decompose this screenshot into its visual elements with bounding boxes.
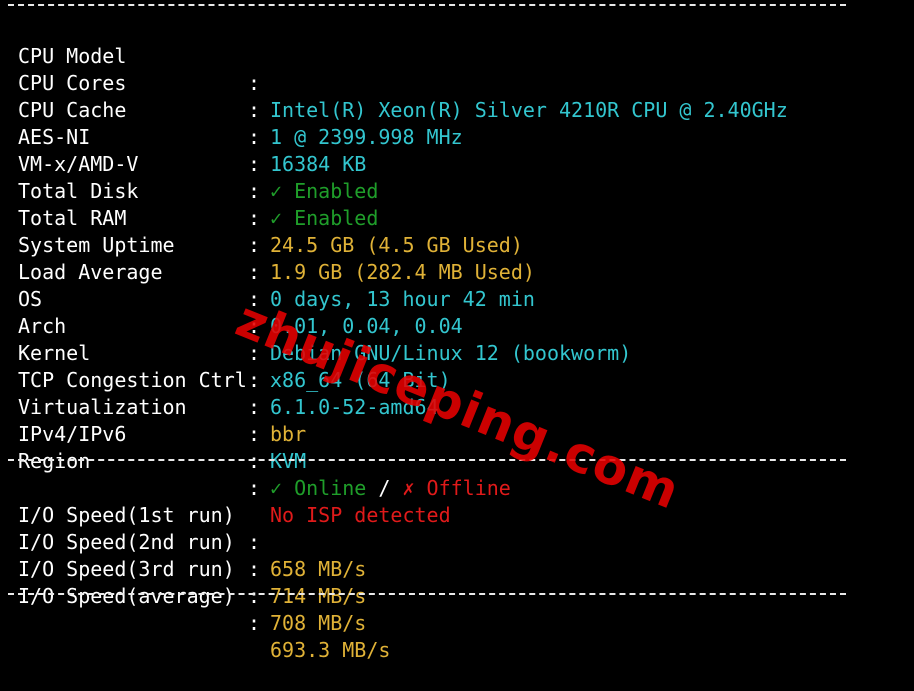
row-io-run3: I/O Speed(3rd run) : 708 MB/s — [18, 529, 366, 635]
total-disk-colon: : — [248, 206, 261, 230]
row-os: OS : Debian GNU/Linux 12 (bookworm) — [18, 259, 631, 365]
row-aes-ni: AES-NI : ✓ Enabled — [18, 97, 378, 203]
row-virtualization: Virtualization : KVM — [18, 367, 306, 473]
uptime-value: 0 days, 13 hour 42 min — [270, 287, 535, 311]
tcp-cc-value: bbr — [270, 422, 307, 446]
io-run2-value: 714 MB/s — [270, 584, 367, 608]
region-colon: : — [248, 476, 261, 500]
cpu-cache-colon: : — [248, 125, 261, 149]
io-run1-colon: : — [248, 530, 261, 554]
ip-slash: / — [378, 476, 391, 500]
vm-x-colon: : — [248, 179, 261, 203]
region-label: Region — [18, 449, 91, 473]
row-cpu-model: CPU Model : Intel(R) Xeon(R) Silver 4210… — [18, 16, 788, 122]
uptime-colon: : — [248, 260, 261, 284]
ip-colon: : — [248, 449, 261, 473]
ipv4-status: ✓ Online — [270, 476, 367, 500]
total-ram-colon: : — [248, 233, 261, 257]
row-ip: IPv4/IPv6 : ✓ Online / ✗ Offline — [18, 394, 511, 500]
cpu-model-colon: : — [248, 71, 261, 95]
row-io-run1: I/O Speed(1st run) : 658 MB/s — [18, 475, 366, 581]
row-vm-x: VM-x/AMD-V : ✓ Enabled — [18, 124, 378, 230]
virtualization-value: KVM — [270, 449, 307, 473]
kernel-colon: : — [248, 368, 261, 392]
cpu-cores-value: 1 @ 2399.998 MHz — [270, 125, 463, 149]
io-average-value: 693.3 MB/s — [270, 638, 391, 662]
row-uptime: System Uptime : 0 days, 13 hour 42 min — [18, 205, 535, 311]
row-cpu-cores: CPU Cores : 1 @ 2399.998 MHz — [18, 43, 463, 149]
terminal-output: CPU Model : Intel(R) Xeon(R) Silver 4210… — [0, 0, 914, 662]
io-average-colon: : — [248, 611, 261, 635]
row-arch: Arch : x86_64 (64 Bit) — [18, 286, 451, 392]
row-load-average: Load Average : 0.01, 0.04, 0.04 — [18, 232, 463, 338]
tcp-cc-colon: : — [248, 395, 261, 419]
io-average-label: I/O Speed(average) — [18, 584, 235, 608]
io-run3-value: 708 MB/s — [270, 611, 367, 635]
aes-ni-colon: : — [248, 152, 261, 176]
io-run3-colon: : — [248, 584, 261, 608]
row-io-average: I/O Speed(average) : 693.3 MB/s — [18, 556, 390, 662]
top-divider — [8, 4, 846, 6]
row-total-disk: Total Disk : 24.5 GB (4.5 GB Used) — [18, 151, 523, 257]
total-ram-value: 1.9 GB (282.4 MB Used) — [270, 260, 535, 284]
aes-ni-value: ✓ Enabled — [270, 179, 379, 203]
row-cpu-cache: CPU Cache : 16384 KB — [18, 70, 366, 176]
region-value: No ISP detected — [270, 503, 451, 527]
row-tcp-cc: TCP Congestion Ctrl : bbr — [18, 340, 306, 446]
total-disk-value: 24.5 GB (4.5 GB Used) — [270, 233, 523, 257]
ipv6-status: ✗ Offline — [402, 476, 511, 500]
vm-x-value: ✓ Enabled — [270, 206, 379, 230]
virtualization-colon: : — [248, 422, 261, 446]
bottom-divider — [8, 593, 846, 595]
row-kernel: Kernel : 6.1.0-52-amd64 — [18, 313, 439, 419]
io-run2-colon: : — [248, 557, 261, 581]
ip-value: ✓ Online / ✗ Offline — [270, 475, 511, 502]
io-run1-value: 658 MB/s — [270, 557, 367, 581]
row-total-ram: Total RAM : 1.9 GB (282.4 MB Used) — [18, 178, 535, 284]
middle-divider — [8, 459, 846, 461]
cpu-cache-value: 16384 KB — [270, 152, 367, 176]
row-io-run2: I/O Speed(2nd run) : 714 MB/s — [18, 502, 366, 608]
cpu-model-value: Intel(R) Xeon(R) Silver 4210R CPU @ 2.40… — [270, 98, 788, 122]
cpu-cores-colon: : — [248, 98, 261, 122]
row-region: Region : No ISP detected — [18, 421, 451, 527]
